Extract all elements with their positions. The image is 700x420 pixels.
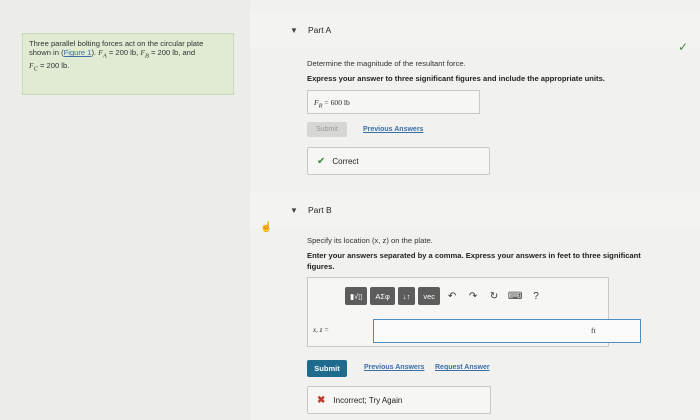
part-b-title: Part B bbox=[308, 205, 332, 215]
math-toolbar: ▮√▯ ΑΣφ ↓↑ vec ↶ ↷ ↻ ⌨ ? bbox=[345, 287, 545, 305]
problem-statement: Three parallel bolting forces act on the… bbox=[22, 33, 234, 95]
request-answer-link[interactable]: Request Answer bbox=[435, 364, 490, 371]
part-b-instruction-1: Enter your answers separated by a comma.… bbox=[307, 251, 641, 260]
force-b-value: = 200 lb bbox=[148, 48, 179, 58]
part-b-header[interactable]: ▼ Part B bbox=[250, 192, 700, 228]
caret-down-icon[interactable]: ▼ bbox=[290, 26, 298, 35]
caret-down-icon[interactable]: ▼ bbox=[290, 206, 298, 215]
greek-button[interactable]: ΑΣφ bbox=[370, 287, 395, 305]
part-b-feedback: ✖ Incorrect; Try Again bbox=[307, 386, 491, 414]
part-a-answer-box: FR = 600 lb bbox=[307, 90, 480, 114]
unit-label: ft bbox=[591, 326, 596, 335]
part-b-feedback-text: Incorrect; Try Again bbox=[333, 395, 403, 405]
part-a-submit-button: Submit bbox=[307, 122, 347, 137]
part-a-prompt: Determine the magnitude of the resultant… bbox=[307, 59, 466, 68]
parts-panel: ▼ Part A ✓ Determine the magnitude of th… bbox=[250, 0, 700, 420]
part-b-submit-button[interactable]: Submit bbox=[307, 360, 347, 377]
reset-icon[interactable]: ↻ bbox=[485, 287, 503, 305]
help-icon[interactable]: ? bbox=[527, 287, 545, 305]
close-icon: ✖ bbox=[317, 394, 326, 406]
keyboard-icon[interactable]: ⌨ bbox=[506, 287, 524, 305]
part-a-previous-answers-link[interactable]: Previous Answers bbox=[363, 126, 423, 133]
checkmark-icon: ✓ bbox=[677, 40, 688, 54]
part-b-prompt: Specify its location (x, z) on the plate… bbox=[307, 236, 433, 245]
problem-and: , and bbox=[178, 48, 196, 58]
check-icon: ✔ bbox=[317, 155, 326, 167]
part-b-instruction-2: figures. bbox=[307, 262, 335, 271]
problem-panel: Three parallel bolting forces act on the… bbox=[0, 0, 250, 420]
answer-editor: ▮√▯ ΑΣφ ↓↑ vec ↶ ↷ ↻ ⌨ ? x, z = bbox=[307, 277, 641, 347]
force-a-value: = 200 lb bbox=[106, 48, 137, 58]
figure-link[interactable]: Figure 1 bbox=[64, 48, 92, 57]
eq-label: x, z = bbox=[313, 326, 329, 334]
part-a-title: Part A bbox=[308, 25, 332, 35]
templates-icon: ▮√▯ bbox=[350, 291, 363, 301]
part-a-header[interactable]: ▼ Part A bbox=[250, 12, 700, 48]
templates-button[interactable]: ▮√▯ bbox=[345, 287, 368, 305]
force-c-value: = 200 lb. bbox=[37, 60, 70, 70]
redo-icon[interactable]: ↷ bbox=[464, 287, 482, 305]
part-b-answer-input[interactable] bbox=[373, 319, 641, 343]
part-b-previous-answers-link[interactable]: Previous Answers bbox=[364, 364, 424, 371]
part-a-feedback: ✔ Correct bbox=[307, 147, 490, 175]
arrows-button[interactable]: ↓↑ bbox=[397, 287, 416, 305]
pointer-cursor-icon: ☝ bbox=[260, 222, 273, 233]
part-a-instruction: Express your answer to three significant… bbox=[307, 74, 605, 83]
undo-icon[interactable]: ↶ bbox=[443, 287, 461, 305]
part-a-feedback-text: Correct bbox=[332, 156, 359, 166]
part-a-answer-value: = 600 lb bbox=[322, 98, 350, 107]
vec-button[interactable]: vec bbox=[418, 287, 441, 305]
